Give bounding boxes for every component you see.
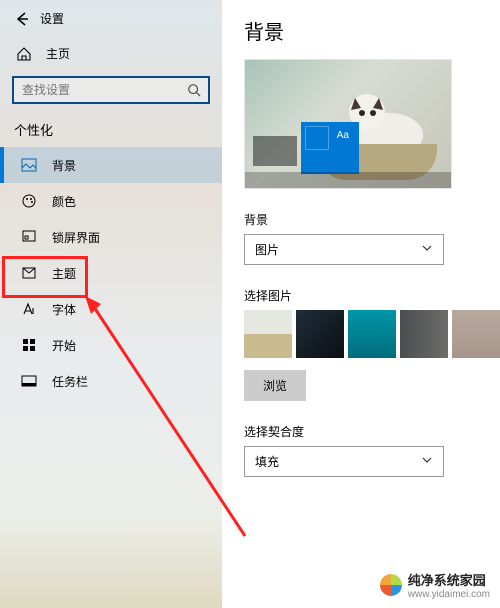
sidebar-item-label: 背景 — [52, 157, 76, 174]
theme-icon — [20, 264, 38, 282]
sidebar-item-fonts[interactable]: 字体 — [0, 291, 222, 327]
wallpaper-thumb[interactable] — [296, 310, 344, 358]
sidebar: 设置 主页 个性化 背景 颜色 — [0, 0, 222, 608]
watermark-url: www.yidaimei.com — [408, 589, 490, 600]
back-icon[interactable] — [14, 11, 30, 27]
wallpaper-thumb[interactable] — [244, 310, 292, 358]
page-title: 背景 — [244, 16, 482, 45]
thumbnail-row — [244, 310, 482, 358]
main-panel: 背景 Aa 背景 图片 选择图片 — [222, 0, 500, 608]
sidebar-item-label: 锁屏界面 — [52, 229, 100, 246]
sidebar-home-label: 主页 — [46, 45, 70, 62]
search-input[interactable] — [12, 76, 210, 104]
sidebar-item-label: 任务栏 — [52, 373, 88, 390]
sidebar-item-taskbar[interactable]: 任务栏 — [0, 363, 222, 399]
fit-value: 填充 — [255, 453, 279, 470]
bg-type-label: 背景 — [244, 211, 482, 228]
sidebar-home[interactable]: 主页 — [0, 37, 222, 70]
taskbar-icon — [20, 372, 38, 390]
lockscreen-icon — [20, 228, 38, 246]
bg-type-dropdown[interactable]: 图片 — [244, 234, 444, 265]
settings-title: 设置 — [40, 10, 64, 27]
sidebar-item-label: 字体 — [52, 301, 76, 318]
sidebar-group-header: 个性化 — [0, 114, 222, 147]
wallpaper-thumb[interactable] — [400, 310, 448, 358]
sidebar-item-label: 颜色 — [52, 193, 76, 210]
watermark: 纯净系统家园 www.yidaimei.com — [380, 570, 490, 600]
picture-icon — [20, 156, 38, 174]
sidebar-item-label: 开始 — [52, 337, 76, 354]
choose-pic-label: 选择图片 — [244, 287, 482, 304]
wallpaper-thumb[interactable] — [452, 310, 500, 358]
preview-aa: Aa — [337, 130, 349, 141]
sidebar-item-themes[interactable]: 主题 — [0, 255, 222, 291]
fit-label: 选择契合度 — [244, 423, 482, 440]
sidebar-item-background[interactable]: 背景 — [0, 147, 222, 183]
font-icon — [20, 300, 38, 318]
sidebar-item-lockscreen[interactable]: 锁屏界面 — [0, 219, 222, 255]
fit-dropdown[interactable]: 填充 — [244, 446, 444, 477]
search-icon — [186, 82, 202, 98]
sidebar-item-colors[interactable]: 颜色 — [0, 183, 222, 219]
browse-button[interactable]: 浏览 — [244, 370, 306, 401]
watermark-brand: 纯净系统家园 — [408, 570, 490, 589]
bg-type-value: 图片 — [255, 241, 279, 258]
start-icon — [20, 336, 38, 354]
sidebar-item-start[interactable]: 开始 — [0, 327, 222, 363]
home-icon — [16, 46, 32, 62]
palette-icon — [20, 192, 38, 210]
wallpaper-thumb[interactable] — [348, 310, 396, 358]
sidebar-item-label: 主题 — [52, 265, 76, 282]
chevron-down-icon — [421, 454, 433, 469]
chevron-down-icon — [421, 242, 433, 257]
wallpaper-preview: Aa — [244, 59, 452, 189]
watermark-logo-icon — [380, 574, 402, 596]
